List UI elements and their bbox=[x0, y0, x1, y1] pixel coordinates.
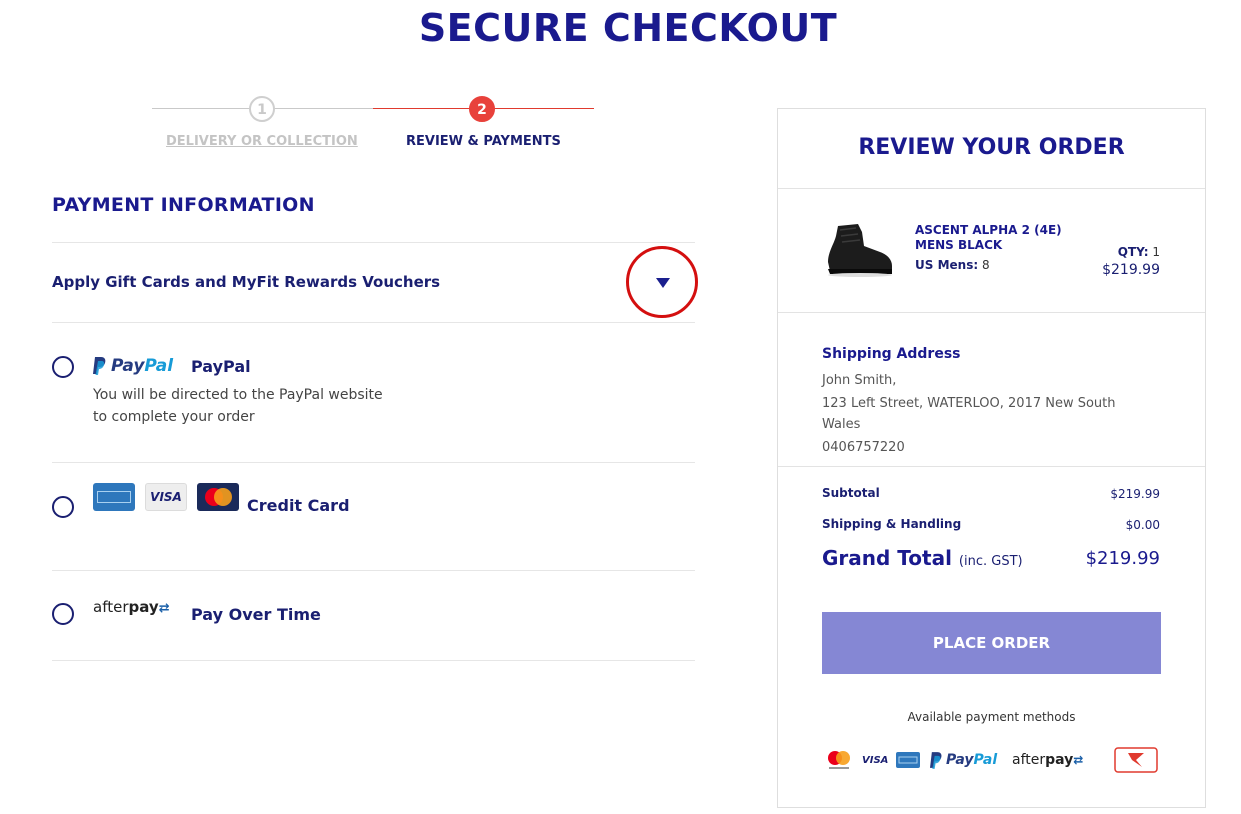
payment-option-paypal[interactable]: PayPal PayPal You will be directed to th… bbox=[52, 323, 695, 462]
product-price: $219.99 bbox=[1102, 262, 1160, 278]
afterpay-radio[interactable] bbox=[52, 603, 74, 625]
review-order-panel: REVIEW YOUR ORDER ASCENT ALPHA 2 (4E) ME… bbox=[777, 108, 1206, 808]
gift-cards-expand-toggle[interactable] bbox=[626, 246, 698, 318]
grand-total-value: $219.99 bbox=[1085, 548, 1160, 569]
paypal-logo: PayPal bbox=[930, 747, 997, 773]
shipping-address-title: Shipping Address bbox=[822, 346, 961, 362]
zip-pay-icon bbox=[1114, 747, 1158, 773]
grand-total-label: Grand Total (inc. GST) bbox=[822, 546, 1023, 570]
shipping-value: $0.00 bbox=[1125, 518, 1160, 532]
paypal-p-icon bbox=[930, 751, 942, 769]
product-size: US Mens: 8 bbox=[915, 258, 990, 272]
shipping-address-line1: 123 Left Street, WATERLOO, 2017 New Sout… bbox=[822, 396, 1116, 411]
paypal-p-icon bbox=[93, 357, 106, 375]
product-boot-image bbox=[828, 224, 892, 277]
product-qty: QTY: 1 bbox=[1117, 245, 1160, 259]
afterpay-option-name: Pay Over Time bbox=[191, 605, 321, 624]
payment-option-afterpay[interactable]: afterpay⇄ Pay Over Time bbox=[52, 571, 695, 660]
divider bbox=[778, 466, 1205, 467]
afterpay-logo: afterpay⇄ bbox=[93, 598, 170, 616]
divider bbox=[778, 312, 1205, 313]
step-review-label: REVIEW & PAYMENTS bbox=[406, 134, 561, 149]
available-payment-methods: VISA PayPal after pay ⇄ bbox=[826, 747, 1162, 773]
visa-icon: VISA bbox=[145, 483, 187, 511]
product-name: ASCENT ALPHA 2 (4E) MENS BLACK bbox=[915, 223, 1062, 252]
divider bbox=[52, 660, 695, 661]
credit-card-radio[interactable] bbox=[52, 496, 74, 518]
payment-option-credit-card[interactable]: VISA Credit Card bbox=[52, 463, 695, 570]
paypal-option-name: PayPal bbox=[191, 357, 251, 376]
shipping-phone: 0406757220 bbox=[822, 440, 905, 455]
shipping-label: Shipping & Handling bbox=[822, 517, 962, 531]
credit-card-option-name: Credit Card bbox=[247, 496, 350, 515]
amex-icon bbox=[896, 747, 920, 773]
subtotal-value: $219.99 bbox=[1110, 487, 1160, 501]
paypal-option-description: You will be directed to the PayPal websi… bbox=[93, 387, 383, 425]
divider bbox=[778, 188, 1205, 189]
step-2-number: 2 bbox=[469, 96, 495, 122]
paypal-logo: PayPal bbox=[93, 356, 173, 376]
review-order-title: REVIEW YOUR ORDER bbox=[858, 135, 1125, 160]
gift-cards-accordion[interactable]: Apply Gift Cards and MyFit Rewards Vouch… bbox=[52, 243, 698, 323]
place-order-button[interactable]: PLACE ORDER bbox=[822, 612, 1161, 674]
chevron-down-icon[interactable] bbox=[656, 278, 670, 288]
afterpay-logo: afterpay⇄ bbox=[1012, 752, 1084, 768]
subtotal-label: Subtotal bbox=[822, 486, 880, 500]
gift-cards-label[interactable]: Apply Gift Cards and MyFit Rewards Vouch… bbox=[52, 273, 440, 291]
shipping-address-line2: Wales bbox=[822, 417, 861, 432]
checkout-stepper: 1 2 DELIVERY OR COLLECTION REVIEW & PAYM… bbox=[152, 94, 594, 164]
page-title: SECURE CHECKOUT bbox=[418, 6, 838, 50]
shipping-name: John Smith, bbox=[822, 373, 897, 388]
paypal-radio[interactable] bbox=[52, 356, 74, 378]
visa-icon: VISA bbox=[862, 754, 889, 766]
available-payment-methods-label: Available payment methods bbox=[907, 710, 1076, 724]
amex-icon bbox=[93, 483, 135, 511]
mastercard-icon bbox=[826, 747, 852, 773]
payment-section-title: PAYMENT INFORMATION bbox=[52, 194, 315, 216]
paypal-wordmark: PayPal bbox=[111, 356, 174, 376]
step-1-number[interactable]: 1 bbox=[249, 96, 275, 122]
mastercard-icon bbox=[197, 483, 239, 511]
step-delivery-link[interactable]: DELIVERY OR COLLECTION bbox=[166, 134, 358, 149]
